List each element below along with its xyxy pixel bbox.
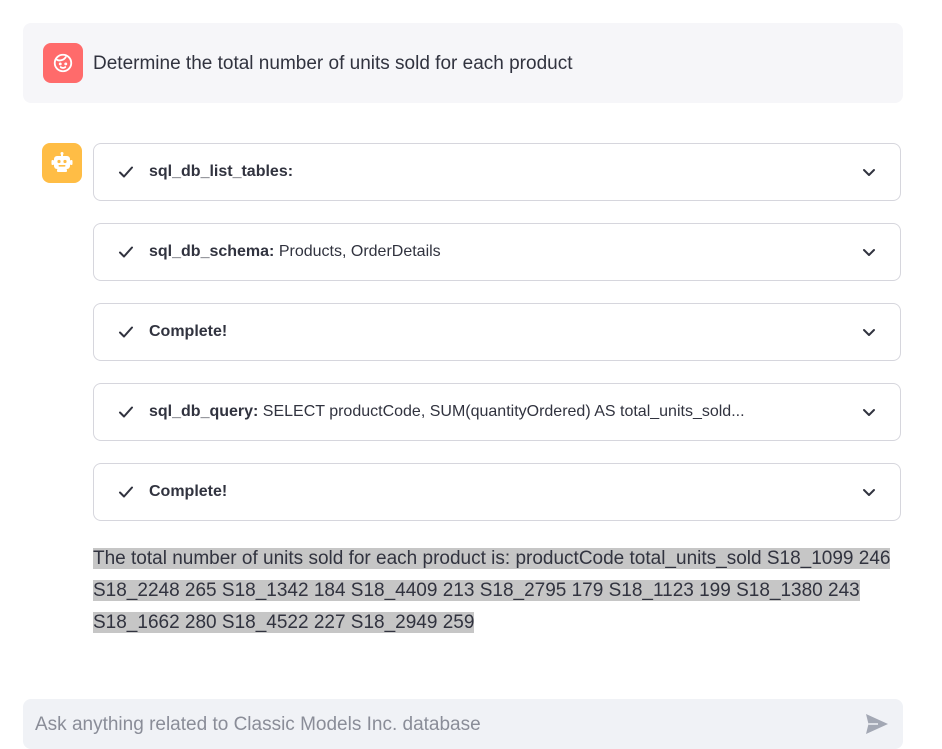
assistant-answer: The total number of units sold for each … bbox=[93, 543, 903, 639]
step-expander-query[interactable]: sql_db_query: SELECT productCode, SUM(qu… bbox=[93, 383, 901, 441]
step-label: Complete! bbox=[149, 483, 228, 500]
step-label: sql_db_query: SELECT productCode, SUM(qu… bbox=[149, 403, 745, 420]
chat-input-bar bbox=[23, 699, 903, 749]
user-avatar bbox=[43, 43, 83, 83]
user-face-icon bbox=[53, 53, 73, 73]
chevron-down-icon[interactable] bbox=[862, 405, 876, 419]
answer-text: The total number of units sold for each … bbox=[93, 548, 891, 633]
step-expander-schema[interactable]: sql_db_schema: Products, OrderDetails bbox=[93, 223, 901, 281]
check-icon bbox=[119, 166, 133, 178]
check-icon bbox=[119, 326, 133, 338]
step-label: Complete! bbox=[149, 323, 228, 340]
step-label: sql_db_schema: Products, OrderDetails bbox=[149, 243, 441, 260]
assistant-avatar bbox=[42, 143, 82, 183]
check-icon bbox=[119, 486, 133, 498]
chat-input[interactable] bbox=[33, 709, 857, 741]
step-expander-list-tables[interactable]: sql_db_list_tables: bbox=[93, 143, 901, 201]
step-label: sql_db_list_tables: bbox=[149, 163, 294, 180]
step-expander-complete-1[interactable]: Complete! bbox=[93, 303, 901, 361]
chevron-down-icon[interactable] bbox=[862, 325, 876, 339]
check-icon bbox=[119, 246, 133, 258]
user-message-text: Determine the total number of units sold… bbox=[93, 53, 573, 74]
chevron-down-icon[interactable] bbox=[862, 485, 876, 499]
robot-icon bbox=[51, 152, 73, 172]
chevron-down-icon[interactable] bbox=[862, 245, 876, 259]
user-message: Determine the total number of units sold… bbox=[23, 23, 903, 103]
check-icon bbox=[119, 406, 133, 418]
chevron-down-icon[interactable] bbox=[862, 165, 876, 179]
send-icon[interactable] bbox=[865, 713, 889, 735]
step-expander-complete-2[interactable]: Complete! bbox=[93, 463, 901, 521]
